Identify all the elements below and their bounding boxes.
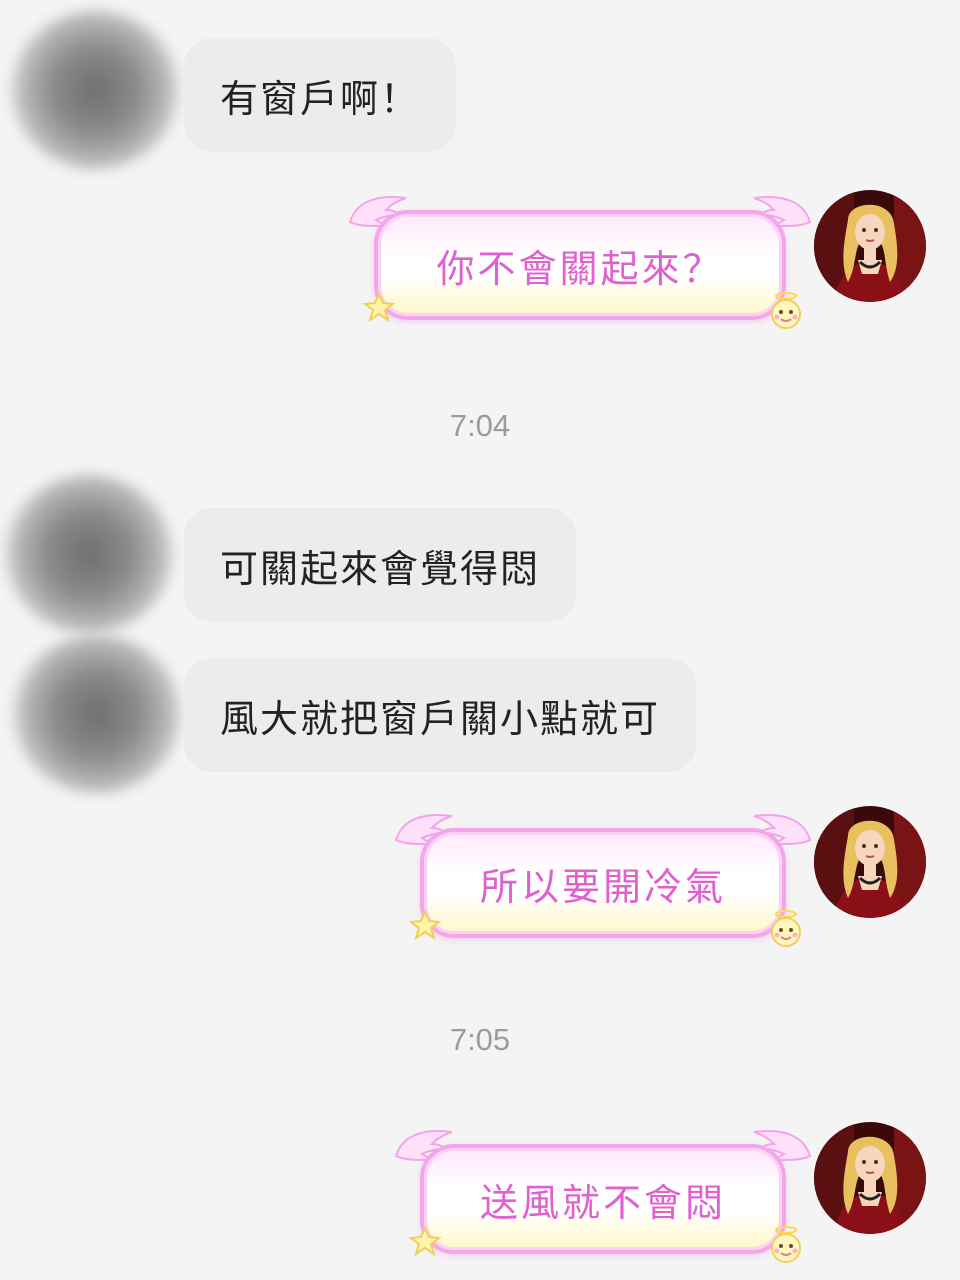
incoming-message[interactable]: 可關起來會覺得悶	[184, 508, 577, 622]
message-text: 可關起來會覺得悶	[220, 546, 541, 591]
sender-avatar[interactable]	[10, 10, 180, 170]
message-timestamp: 7:05	[449, 1022, 511, 1057]
angel-icon	[766, 908, 806, 952]
my-avatar[interactable]	[814, 190, 926, 302]
right-wing-icon	[750, 1126, 814, 1162]
message-bubble: 送風就不會悶	[420, 1144, 786, 1254]
my-avatar[interactable]	[814, 806, 926, 918]
message-bubble: 你不會關起來？	[374, 210, 786, 320]
star-icon	[408, 910, 442, 940]
message-text: 有窗戶啊！	[220, 76, 421, 121]
star-icon	[408, 1226, 442, 1256]
left-wing-icon	[392, 810, 456, 846]
sender-avatar[interactable]	[12, 634, 182, 794]
right-wing-icon	[750, 192, 814, 228]
outgoing-message[interactable]: 所以要開冷氣	[400, 818, 806, 948]
left-wing-icon	[346, 192, 410, 228]
star-icon	[362, 292, 396, 322]
message-bubble: 所以要開冷氣	[420, 828, 786, 938]
outgoing-message[interactable]: 送風就不會悶	[400, 1134, 806, 1264]
message-text: 所以要開冷氣	[479, 864, 726, 909]
sender-avatar[interactable]	[4, 474, 174, 634]
incoming-message[interactable]: 有窗戶啊！	[184, 38, 457, 152]
right-wing-icon	[750, 810, 814, 846]
message-text: 風大就把窗戶關小點就可	[220, 696, 661, 741]
message-timestamp: 7:04	[449, 408, 511, 443]
angel-icon	[766, 290, 806, 334]
outgoing-message[interactable]: 你不會關起來？	[354, 200, 806, 330]
angel-icon	[766, 1224, 806, 1268]
chat-view[interactable]: 有窗戶啊！ 你不會關起來？ 7:04 可關起來會覺得悶 風大就把窗戶關小點就可 …	[0, 0, 960, 1280]
my-avatar[interactable]	[814, 1122, 926, 1234]
left-wing-icon	[392, 1126, 456, 1162]
message-text: 你不會關起來？	[436, 246, 724, 291]
incoming-message[interactable]: 風大就把窗戶關小點就可	[184, 658, 697, 772]
message-text: 送風就不會悶	[479, 1180, 726, 1225]
